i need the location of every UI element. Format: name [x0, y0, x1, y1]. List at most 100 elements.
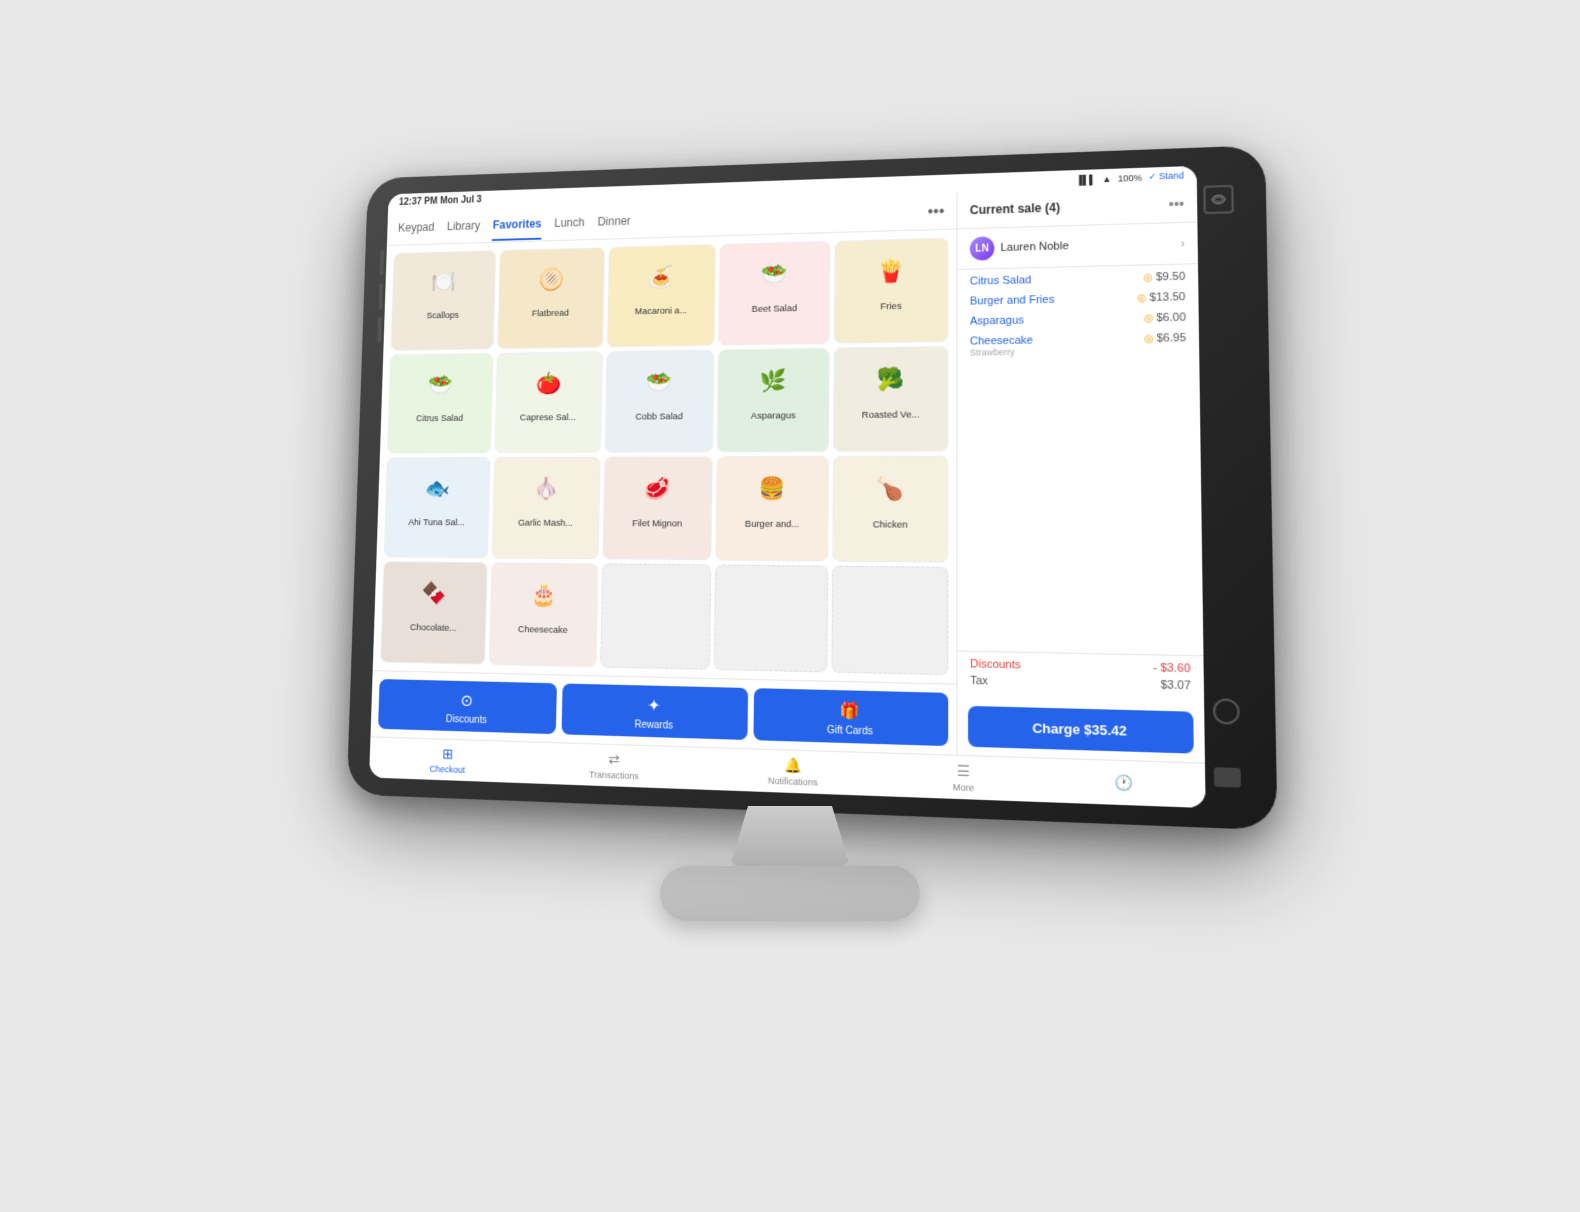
chocolate-label: Chocolate... — [410, 622, 457, 634]
cobb-label: Cobb Salad — [635, 411, 683, 422]
discounts-icon: ⊙ — [460, 691, 473, 711]
tax-label: Tax — [970, 675, 988, 688]
nav-notifications[interactable]: 🔔 Notifications — [756, 756, 830, 788]
status-time: 12:37 PM Mon Jul 3 — [399, 195, 482, 208]
tab-favorites[interactable]: Favorites — [492, 217, 541, 241]
menu-item-garlic-mash[interactable]: 🧄 Garlic Mash... — [491, 457, 600, 560]
nav-transactions[interactable]: ⇄ Transactions — [577, 750, 650, 782]
checkout-label: Checkout — [430, 764, 466, 775]
menu-item-fries[interactable]: 🍟 Fries — [834, 238, 949, 344]
citrus-label: Citrus Salad — [416, 413, 463, 424]
empty-cell-3 — [832, 566, 949, 676]
discounts-label: Discounts — [446, 714, 487, 726]
more-label: More — [953, 782, 975, 793]
gift-cards-button[interactable]: 🎁 Gift Cards — [753, 688, 948, 746]
tab-dinner[interactable]: Dinner — [597, 214, 631, 238]
home-button[interactable] — [1213, 698, 1240, 725]
right-panel: Current sale (4) ••• LN Lauren Noble — [958, 185, 1205, 763]
wifi-icon: ▲ — [1102, 173, 1111, 183]
signal-icon: ▐▌▌ — [1076, 174, 1096, 185]
menu-item-burger[interactable]: 🍔 Burger and... — [716, 456, 830, 562]
menu-item-ahi-tuna[interactable]: 🐟 Ahi Tuna Sal... — [384, 457, 491, 558]
customer-chevron-icon: › — [1180, 236, 1184, 250]
asparagus-link[interactable]: Asparagus — [970, 315, 1024, 328]
charge-button[interactable]: Charge $35.42 — [968, 706, 1194, 754]
right-hardware-strip — [1197, 164, 1251, 809]
cobb-image: 🥗 — [632, 357, 686, 408]
transactions-label: Transactions — [589, 769, 639, 781]
discounts-button[interactable]: ⊙ Discounts — [378, 679, 557, 734]
battery-level: 100% — [1118, 172, 1142, 183]
chicken-label: Chicken — [873, 519, 908, 531]
mac-label: Macaroni a... — [635, 305, 687, 317]
fries-label: Fries — [880, 301, 901, 313]
nav-clock[interactable]: 🕐 — [1101, 773, 1146, 793]
cheesecake-link[interactable]: Cheesecake — [970, 335, 1033, 348]
filet-image: 🥩 — [630, 463, 685, 514]
coin-icon-2: ◎ — [1137, 292, 1146, 303]
tax-row: Tax $3.07 — [970, 675, 1191, 693]
discounts-total-label: Discounts — [970, 658, 1021, 672]
citrus-salad-link[interactable]: Citrus Salad — [970, 274, 1032, 287]
stand-neck — [730, 806, 850, 866]
mute-button[interactable] — [377, 316, 381, 342]
menu-item-beet-salad[interactable]: 🥗 Beet Salad — [719, 241, 831, 346]
volume-up-button[interactable] — [380, 250, 384, 276]
tax-value: $3.07 — [1161, 679, 1191, 692]
menu-item-asparagus[interactable]: 🌿 Asparagus — [717, 348, 830, 453]
rewards-button[interactable]: ✦ Rewards — [561, 683, 748, 740]
customer-avatar: LN — [970, 236, 995, 260]
sale-item-burger-fries: Burger and Fries ◎$13.50 — [970, 291, 1186, 308]
menu-item-filet-mignon[interactable]: 🥩 Filet Mignon — [602, 456, 713, 560]
tab-keypad[interactable]: Keypad — [398, 220, 435, 243]
more-icon: ☰ — [957, 762, 970, 780]
menu-item-mac[interactable]: 🍝 Macaroni a... — [606, 244, 716, 347]
nav-checkout[interactable]: ⊞ Checkout — [418, 745, 476, 776]
coin-icon-3: ◎ — [1144, 313, 1153, 324]
asparagus-label: Asparagus — [751, 410, 796, 422]
menu-item-citrus-salad[interactable]: 🥗 Citrus Salad — [387, 353, 493, 454]
nav-more[interactable]: ☰ More — [940, 762, 987, 794]
scene: 12:37 PM Mon Jul 3 ▐▌▌ ▲ 100% ✓ Stand — [300, 156, 1280, 1056]
burger-fries-link[interactable]: Burger and Fries — [970, 294, 1055, 308]
menu-item-caprese[interactable]: 🍅 Caprese Sal... — [494, 351, 602, 453]
menu-item-cobb[interactable]: 🥗 Cobb Salad — [604, 350, 715, 453]
rewards-icon: ✦ — [647, 696, 660, 717]
citrus-price: ◎$9.50 — [1143, 271, 1185, 284]
gift-cards-label: Gift Cards — [827, 725, 873, 738]
notifications-icon: 🔔 — [784, 757, 802, 775]
tab-library[interactable]: Library — [446, 219, 480, 242]
sale-item-asparagus: Asparagus ◎$6.00 — [970, 311, 1186, 327]
discounts-total-value: - $3.60 — [1153, 662, 1191, 676]
sale-totals: Discounts - $3.60 Tax $3.07 — [958, 650, 1205, 703]
cheesecake-price: ◎$6.95 — [1144, 332, 1186, 345]
screen-container: 12:37 PM Mon Jul 3 ▐▌▌ ▲ 100% ✓ Stand — [369, 166, 1205, 808]
citrus-image: 🥗 — [415, 360, 467, 410]
tabs-more-button[interactable]: ••• — [927, 203, 944, 229]
cheesecake-label: Cheesecake — [518, 624, 568, 636]
coin-icon-4: ◎ — [1144, 333, 1153, 344]
ipad-screen: 12:37 PM Mon Jul 3 ▐▌▌ ▲ 100% ✓ Stand — [369, 166, 1205, 808]
sale-items-list: Citrus Salad ◎$9.50 Burger and Fries — [958, 264, 1204, 655]
sale-more-button[interactable]: ••• — [1169, 196, 1185, 213]
menu-item-chicken[interactable]: 🍗 Chicken — [832, 456, 948, 563]
burger-image: 🍔 — [745, 463, 801, 515]
discounts-row: Discounts - $3.60 — [970, 658, 1190, 675]
scallops-label: Scallops — [426, 310, 459, 321]
burger-label: Burger and... — [745, 519, 799, 531]
left-panel: Keypad Library Favorites Lunch Dinner ••… — [370, 193, 957, 755]
menu-item-flatbread[interactable]: 🫓 Flatbread — [497, 247, 605, 349]
caprese-image: 🍅 — [522, 358, 575, 408]
tab-lunch[interactable]: Lunch — [554, 216, 585, 240]
sale-item-cheesecake: Cheesecake ◎$6.95 Strawberry — [970, 332, 1186, 358]
volume-down-button[interactable] — [379, 283, 383, 309]
chicken-image: 🍗 — [862, 463, 919, 516]
tuna-label: Ahi Tuna Sal... — [408, 517, 465, 528]
menu-item-roasted-veg[interactable]: 🥦 Roasted Ve... — [833, 346, 948, 452]
coin-icon: ◎ — [1143, 272, 1152, 283]
menu-item-chocolate[interactable]: 🍫 Chocolate... — [380, 561, 487, 665]
menu-item-scallops[interactable]: 🍽️ Scallops — [391, 250, 497, 351]
menu-item-cheesecake[interactable]: 🎂 Cheesecake — [489, 562, 599, 667]
customer-row[interactable]: LN Lauren Noble › — [958, 222, 1198, 270]
filet-label: Filet Mignon — [632, 518, 682, 529]
